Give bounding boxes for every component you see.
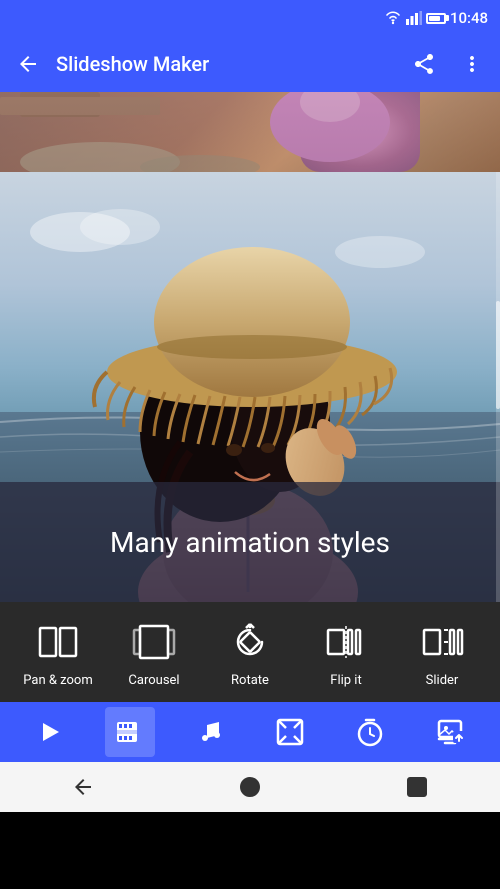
carousel-label: Carousel [128,673,179,688]
scrollbar[interactable] [496,172,500,602]
flip-label: Flip it [330,673,361,688]
signal-icon [406,11,422,25]
more-options-button[interactable] [452,44,492,84]
video-button[interactable] [105,707,155,757]
wifi-icon [384,11,402,25]
tool-slider[interactable]: Slider [402,617,482,688]
play-button[interactable] [25,707,75,757]
top-bar: Slideshow Maker [0,36,500,92]
trim-button[interactable] [265,707,315,757]
pan-zoom-icon [33,617,83,667]
rotate-label: Rotate [231,673,269,688]
caption-overlay: Many animation styles [0,482,500,602]
action-bar [0,702,500,762]
tool-flip[interactable]: Flip it [306,617,386,688]
timer-button[interactable] [345,707,395,757]
nav-recents-button[interactable] [392,762,442,812]
tool-carousel[interactable]: Carousel [114,617,194,688]
time-display: 10:48 [450,9,488,27]
pan-zoom-label: Pan & zoom [23,673,93,688]
flip-icon [321,617,371,667]
nav-bar [0,762,500,812]
tool-pan-zoom[interactable]: Pan & zoom [18,617,98,688]
tool-rotate[interactable]: Rotate [210,617,290,688]
status-bar: 10:48 [0,0,500,36]
rotate-icon [225,617,275,667]
status-icons: 10:48 [384,9,488,27]
back-button[interactable] [8,44,48,84]
slider-icon [417,617,467,667]
battery-icon [426,13,446,24]
top-image-decoration [0,92,500,172]
nav-back-button[interactable] [58,762,108,812]
nav-home-button[interactable] [225,762,275,812]
share-button[interactable] [404,44,444,84]
toolbar: Pan & zoom Carousel Rotate [0,602,500,702]
slider-label: Slider [426,673,459,688]
app-title: Slideshow Maker [56,52,396,76]
top-image-strip [0,92,500,172]
export-button[interactable] [425,707,475,757]
carousel-icon [129,617,179,667]
main-photo: Many animation styles [0,172,500,602]
scrollbar-thumb[interactable] [496,301,500,409]
caption-text: Many animation styles [90,526,410,559]
music-button[interactable] [185,707,235,757]
